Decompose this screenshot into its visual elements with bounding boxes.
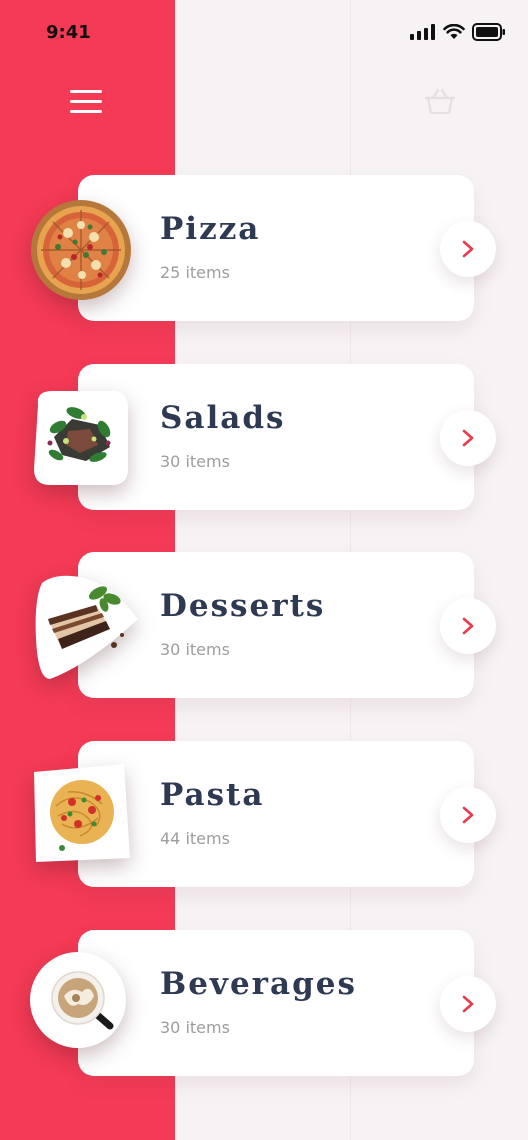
category-item-count: 30 items bbox=[160, 452, 230, 471]
hamburger-line bbox=[70, 99, 102, 103]
cart-button[interactable] bbox=[420, 84, 460, 118]
category-card-pizza[interactable]: Pizza 25 items bbox=[78, 175, 496, 321]
category-item-count: 30 items bbox=[160, 1018, 230, 1037]
signal-icon bbox=[410, 24, 435, 40]
wifi-icon bbox=[443, 24, 465, 39]
open-category-button[interactable] bbox=[440, 598, 496, 654]
open-category-button[interactable] bbox=[440, 976, 496, 1032]
basket-icon bbox=[424, 88, 456, 115]
chevron-right-icon bbox=[462, 617, 474, 635]
spaghetti-icon bbox=[28, 762, 134, 868]
category-card-salads[interactable]: Salads 30 items bbox=[78, 364, 496, 510]
category-title: Desserts bbox=[160, 588, 326, 624]
category-card-beverages[interactable]: Beverages 30 items bbox=[78, 930, 496, 1076]
status-bar: 9:41 bbox=[0, 0, 528, 66]
category-title: Salads bbox=[160, 400, 286, 436]
category-item-count: 25 items bbox=[160, 263, 230, 282]
category-item-count: 30 items bbox=[160, 640, 230, 659]
coffee-cup-icon bbox=[28, 950, 134, 1056]
hamburger-menu-icon bbox=[70, 89, 102, 93]
chevron-right-icon bbox=[462, 240, 474, 258]
category-title: Pasta bbox=[160, 777, 265, 813]
status-icons bbox=[410, 22, 506, 42]
category-title: Beverages bbox=[160, 966, 357, 1002]
hamburger-line bbox=[70, 109, 102, 113]
category-title: Pizza bbox=[160, 211, 261, 247]
category-card-pasta[interactable]: Pasta 44 items bbox=[78, 741, 496, 887]
salad-icon bbox=[28, 385, 134, 491]
cake-slice-icon bbox=[28, 569, 138, 679]
battery-icon bbox=[472, 23, 505, 41]
chevron-right-icon bbox=[462, 806, 474, 824]
open-category-button[interactable] bbox=[440, 410, 496, 466]
hamburger-menu-button[interactable] bbox=[64, 84, 108, 118]
status-time: 9:41 bbox=[46, 22, 91, 43]
chevron-right-icon bbox=[462, 429, 474, 447]
chevron-right-icon bbox=[462, 995, 474, 1013]
open-category-button[interactable] bbox=[440, 221, 496, 277]
pizza-icon bbox=[28, 197, 134, 303]
category-item-count: 44 items bbox=[160, 829, 230, 848]
open-category-button[interactable] bbox=[440, 787, 496, 843]
